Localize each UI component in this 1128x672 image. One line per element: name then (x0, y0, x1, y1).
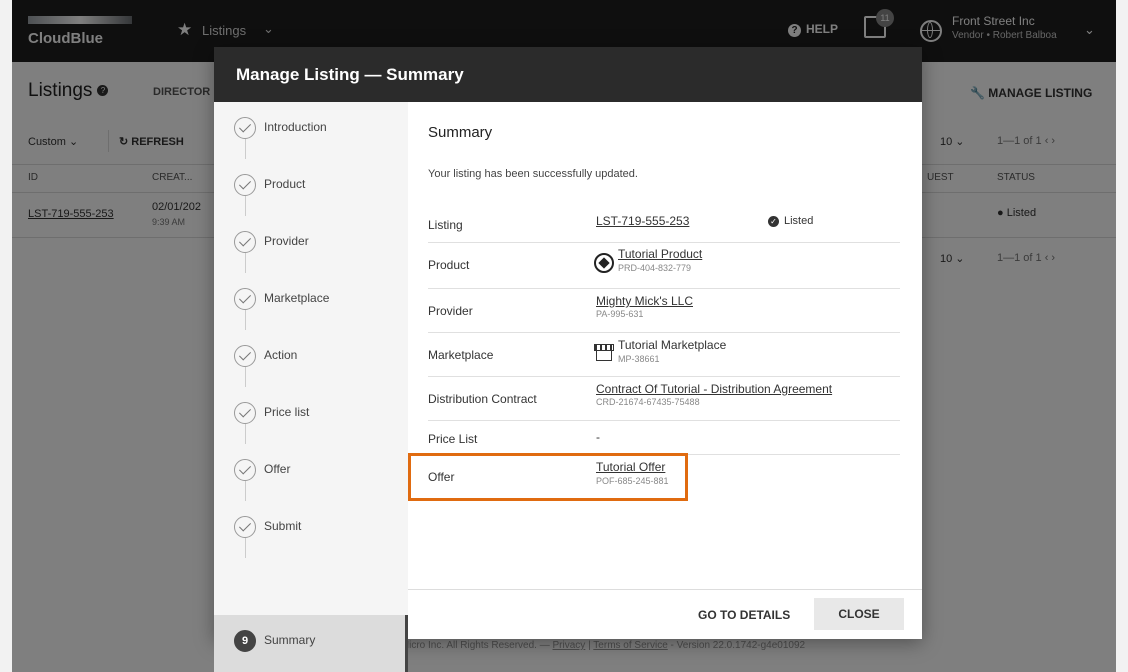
contract-link[interactable]: Contract Of Tutorial - Distribution Agre… (596, 382, 832, 396)
contract-id: CRD-21674-67435-75488 (596, 397, 700, 407)
dialog-footer: GO TO DETAILS CLOSE (408, 589, 922, 640)
wizard-steps: Introduction Product Provider Marketplac… (214, 102, 408, 672)
distribution-contract-row: Distribution Contract Contract Of Tutori… (428, 376, 900, 421)
product-id: PRD-404-832-779 (618, 263, 692, 273)
close-button[interactable]: CLOSE (814, 598, 904, 630)
product-icon (594, 253, 614, 273)
step-action[interactable]: Action (214, 330, 408, 387)
marketplace-id: MP-38661 (618, 354, 660, 364)
provider-link[interactable]: Mighty Mick's LLC (596, 294, 693, 308)
check-icon (234, 345, 256, 367)
product-link[interactable]: Tutorial Product (618, 247, 702, 261)
check-icon (234, 402, 256, 424)
marketplace-name: Tutorial Marketplace (618, 338, 727, 352)
step-introduction[interactable]: Introduction (214, 102, 408, 159)
marketplace-store-icon (594, 344, 614, 362)
check-icon (234, 231, 256, 253)
check-icon (234, 459, 256, 481)
marketplace-row: Marketplace Tutorial Marketplace MP-3866… (428, 332, 900, 377)
price-list-row: Price List - (428, 420, 900, 455)
check-icon (234, 117, 256, 139)
offer-highlight-box (408, 453, 688, 501)
step-price-list[interactable]: Price list (214, 387, 408, 444)
listing-link[interactable]: LST-719-555-253 (596, 214, 689, 228)
step-offer[interactable]: Offer (214, 444, 408, 501)
check-icon (234, 288, 256, 310)
check-icon (234, 516, 256, 538)
dialog-header: Manage Listing — Summary (214, 47, 922, 102)
manage-listing-dialog: Manage Listing — Summary Introduction Pr… (214, 47, 922, 672)
success-message: Your listing has been successfully updat… (428, 168, 638, 180)
summary-panel: Summary Your listing has been successful… (408, 102, 922, 589)
listed-status: ✓ Listed (768, 215, 813, 227)
step-summary[interactable]: 9 Summary (214, 615, 408, 672)
summary-heading: Summary (428, 124, 493, 141)
check-icon (234, 174, 256, 196)
step-provider[interactable]: Provider (214, 216, 408, 273)
provider-id: PA-995-631 (596, 309, 644, 319)
app-frame: CloudBlue ★ Listings ⌄ ?HELP 11 Front St… (12, 0, 1116, 672)
price-list-value: - (596, 430, 600, 444)
check-circle-icon: ✓ (768, 215, 779, 227)
provider-row: Provider Mighty Mick's LLC PA-995-631 (428, 288, 900, 333)
step-submit[interactable]: Submit (214, 501, 408, 558)
product-row: Product Tutorial Product PRD-404-832-779 (428, 242, 900, 289)
step-number-badge: 9 (241, 635, 249, 647)
go-to-details-button[interactable]: GO TO DETAILS (698, 608, 790, 622)
step-marketplace[interactable]: Marketplace (214, 273, 408, 330)
dialog-title: Manage Listing — Summary (236, 65, 464, 84)
listing-row: Listing LST-719-555-253 ✓ Listed (428, 200, 900, 243)
step-product[interactable]: Product (214, 159, 408, 216)
